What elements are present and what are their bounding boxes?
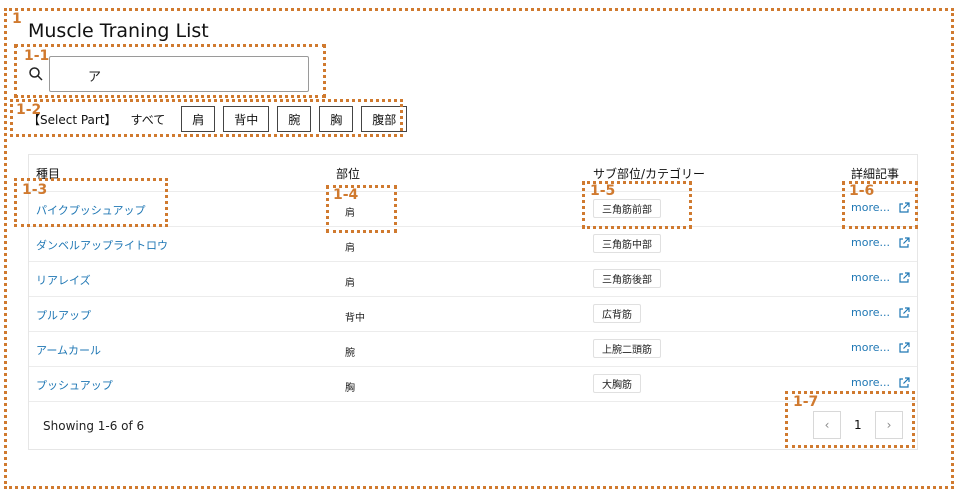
annotation-label: 1-4 <box>333 187 359 203</box>
table-row: リアレイズ 肩 三角筋後部 more... <box>29 261 917 296</box>
annotation-label: 1-7 <box>793 394 819 410</box>
exercise-link[interactable]: アームカール <box>36 342 101 358</box>
annotation-label: 1-2 <box>16 102 42 118</box>
annotation-label: 1-6 <box>849 183 875 199</box>
more-link[interactable]: more... <box>851 236 910 249</box>
exercise-link[interactable]: プルアップ <box>36 307 91 323</box>
filter-all-button[interactable]: すべて <box>124 106 172 132</box>
more-link[interactable]: more... <box>851 271 910 284</box>
table-row: ダンベルアップライトロウ 肩 三角筋中部 more... <box>29 226 917 261</box>
exercise-link[interactable]: リアレイズ <box>36 272 91 288</box>
current-page[interactable]: 1 <box>854 418 862 432</box>
filter-part-button[interactable]: 背中 <box>223 106 270 132</box>
external-link-icon <box>899 201 910 213</box>
annotation-label: 1-3 <box>22 182 48 198</box>
column-header-article: 詳細記事 <box>851 167 900 181</box>
part-cell: 肩 <box>345 278 355 289</box>
subpart-tag: 上腕二頭筋 <box>593 339 661 358</box>
column-header-exercise: 種目 <box>36 167 61 181</box>
part-cell: 胸 <box>345 383 355 394</box>
part-cell: 腕 <box>345 348 355 359</box>
external-link-icon <box>899 376 910 388</box>
table-row: アームカール 腕 上腕二頭筋 more... <box>29 331 917 366</box>
exercise-link[interactable]: ダンベルアップライトロウ <box>36 237 168 253</box>
annotation-label: 1 <box>12 11 22 27</box>
exercise-table: 種目 部位 サブ部位/カテゴリー 詳細記事 パイクプッシュアップ 肩 三角筋前部… <box>28 154 918 450</box>
more-link[interactable]: more... <box>851 341 910 354</box>
external-link-icon <box>899 306 910 318</box>
next-page-button[interactable]: › <box>875 411 903 439</box>
part-filter-bar: 【Select Part】 すべて 肩 背中 腕 胸 腹部 <box>28 106 408 132</box>
chevron-left-icon: ‹ <box>824 418 830 432</box>
table-row: プッシュアップ 胸 大胸筋 more... <box>29 366 917 401</box>
annotation-label: 1-1 <box>24 48 50 64</box>
more-link-label: more... <box>851 201 890 214</box>
more-link[interactable]: more... <box>851 306 910 319</box>
chevron-right-icon: › <box>886 418 892 432</box>
more-link-label: more... <box>851 341 890 354</box>
more-link-label: more... <box>851 376 890 389</box>
annotation-label: 1-5 <box>590 183 616 199</box>
more-link[interactable]: more... <box>851 201 910 214</box>
subpart-tag: 広背筋 <box>593 304 641 323</box>
subpart-tag: 大胸筋 <box>593 374 641 393</box>
filter-part-button[interactable]: 肩 <box>181 106 216 132</box>
column-header-subpart: サブ部位/カテゴリー <box>593 167 706 181</box>
search-input[interactable]: ア <box>49 56 309 92</box>
search-icon <box>29 67 43 81</box>
part-cell: 肩 <box>345 208 355 219</box>
subpart-tag: 三角筋後部 <box>593 269 661 288</box>
part-cell: 肩 <box>345 243 355 254</box>
more-link-label: more... <box>851 306 890 319</box>
external-link-icon <box>899 236 910 248</box>
part-cell: 背中 <box>345 313 365 324</box>
table-footer <box>29 401 917 449</box>
subpart-tag: 三角筋前部 <box>593 199 661 218</box>
filter-part-button[interactable]: 胸 <box>319 106 354 132</box>
exercise-link[interactable]: プッシュアップ <box>36 377 113 393</box>
column-header-part: 部位 <box>336 167 361 181</box>
showing-count: Showing 1-6 of 6 <box>43 419 145 433</box>
more-link[interactable]: more... <box>851 376 910 389</box>
filter-part-button[interactable]: 腕 <box>277 106 312 132</box>
more-link-label: more... <box>851 236 890 249</box>
prev-page-button[interactable]: ‹ <box>813 411 841 439</box>
external-link-icon <box>899 271 910 283</box>
table-row: パイクプッシュアップ 肩 三角筋前部 more... <box>29 191 917 226</box>
more-link-label: more... <box>851 271 890 284</box>
subpart-tag: 三角筋中部 <box>593 234 661 253</box>
page-title: Muscle Traning List <box>28 20 209 42</box>
exercise-link[interactable]: パイクプッシュアップ <box>36 202 146 218</box>
search-input-value: ア <box>88 70 102 85</box>
external-link-icon <box>899 341 910 353</box>
filter-part-button[interactable]: 腹部 <box>361 106 408 132</box>
table-row: プルアップ 背中 広背筋 more... <box>29 296 917 331</box>
